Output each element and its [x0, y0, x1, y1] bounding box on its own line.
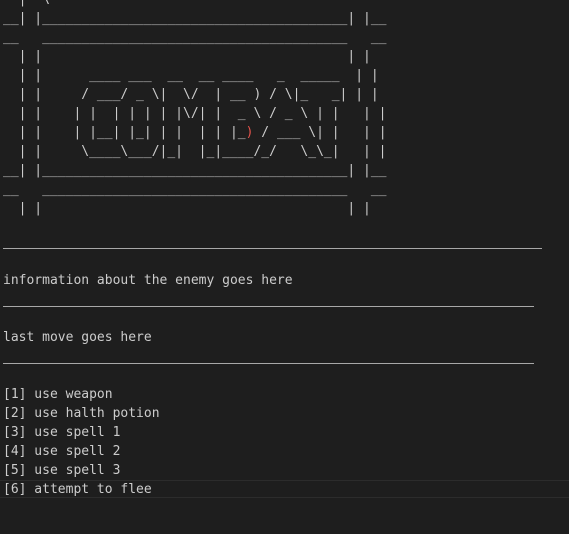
banner-row: | | \____\___/|_| |_|____/_/ \_\_| | | [3, 144, 387, 159]
banner-row: __| |___________________________________… [3, 11, 387, 26]
banner-row: | | | |__| |_| | | | | |_ [3, 125, 246, 140]
banner-row: | | | | | | | | |\/| | _ \ / _ \ | | | | [3, 106, 387, 121]
banner-row: / ___ \| | | | [253, 125, 387, 140]
divider-top [3, 248, 542, 249]
menu-item-use-spell-3[interactable]: [5] use spell 3 [3, 461, 160, 480]
last-move-text: last move goes here [3, 330, 152, 345]
menu-item-attempt-to-flee[interactable]: [6] attempt to flee [3, 480, 160, 499]
action-menu: [1] use weapon [2] use halth potion [3] … [3, 385, 160, 499]
divider-middle [3, 306, 534, 307]
banner-row: | | / ___/ _ \| \/ | __ ) / \|_ _| | | [3, 87, 379, 102]
terminal-panel: | \ __| |_______________________________… [0, 0, 569, 534]
banner-row: | | ____ ___ __ __ ____ _ _____ | | [3, 68, 379, 83]
menu-item-use-health-potion[interactable]: [2] use halth potion [3, 404, 160, 423]
banner-row: | \ [3, 0, 50, 7]
banner-row: | | | | [3, 49, 371, 64]
banner-row: __ _____________________________________… [3, 30, 387, 45]
banner-row: __| |___________________________________… [3, 163, 387, 178]
menu-item-use-spell-1[interactable]: [3] use spell 1 [3, 423, 160, 442]
banner-row: | | | | [3, 201, 371, 216]
combat-ascii-banner: | \ __| |_______________________________… [3, 0, 387, 218]
menu-item-use-spell-2[interactable]: [4] use spell 2 [3, 442, 160, 461]
enemy-info-text: information about the enemy goes here [3, 273, 293, 288]
banner-row: __ _____________________________________… [3, 182, 387, 197]
menu-item-use-weapon[interactable]: [1] use weapon [3, 385, 160, 404]
divider-bottom [3, 363, 534, 364]
